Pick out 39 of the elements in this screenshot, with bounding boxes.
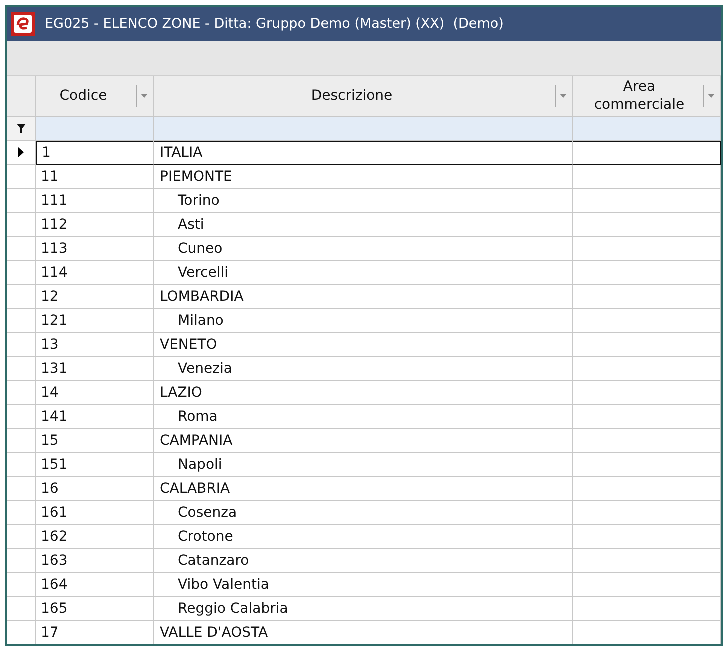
table-row[interactable]: 131 Venezia [7,357,721,381]
table-row[interactable]: 15 CAMPANIA [7,429,721,453]
table-row[interactable]: 164 Vibo Valentia [7,573,721,597]
dropdown-caret-icon[interactable] [555,85,570,107]
filter-icon[interactable] [16,124,26,133]
dropdown-caret-icon[interactable] [136,85,151,107]
table-row[interactable]: 151 Napoli [7,453,721,477]
column-header[interactable]: Area commerciale [573,76,721,117]
table-row[interactable]: 141 Roma [7,405,721,429]
dropdown-caret-icon[interactable] [703,85,718,107]
table-cell[interactable]: VALLE D'AOSTA [154,621,573,644]
table-row[interactable]: 13 VENETO [7,333,721,357]
table-row[interactable]: 11 PIEMONTE [7,165,721,189]
filter-cell[interactable] [573,117,721,141]
table-row[interactable]: 165 Reggio Calabria [7,597,721,621]
table-row[interactable]: 114 Vercelli [7,261,721,285]
table-row[interactable]: 112 Asti [7,213,721,237]
window-title: EG025 - ELENCO ZONE - Ditta: Gruppo Demo (Master) (XX) (Demo) [45,16,504,32]
table-cell[interactable]: 17 [36,621,154,644]
table-row[interactable]: 161 Cosenza [7,501,721,525]
current-row-icon [18,147,24,158]
filter-cell[interactable] [154,117,573,141]
table-row[interactable]: 163 Catanzaro [7,549,721,573]
table-cell[interactable] [573,141,721,165]
table-cell[interactable]: ITALIA [154,141,573,165]
app-logo-icon [11,12,35,36]
table-row[interactable]: 113 Cuneo [7,237,721,261]
table-row[interactable]: 121 Milano [7,309,721,333]
table-row[interactable]: 1 ITALIA [7,141,721,165]
column-header[interactable]: Descrizione [154,76,573,117]
table-row[interactable]: 162 Crotone [7,525,721,549]
table-row[interactable]: 111 Torino [7,189,721,213]
filter-cell[interactable] [36,117,154,141]
row-selector[interactable] [7,141,36,165]
table-row[interactable]: 16 CALABRIA [7,477,721,501]
table-row[interactable]: 14 LAZIO [7,381,721,405]
table-cell[interactable]: 1 [36,141,154,165]
table-row[interactable]: 12 LOMBARDIA [7,285,721,309]
column-header[interactable]: Codice [36,76,154,117]
